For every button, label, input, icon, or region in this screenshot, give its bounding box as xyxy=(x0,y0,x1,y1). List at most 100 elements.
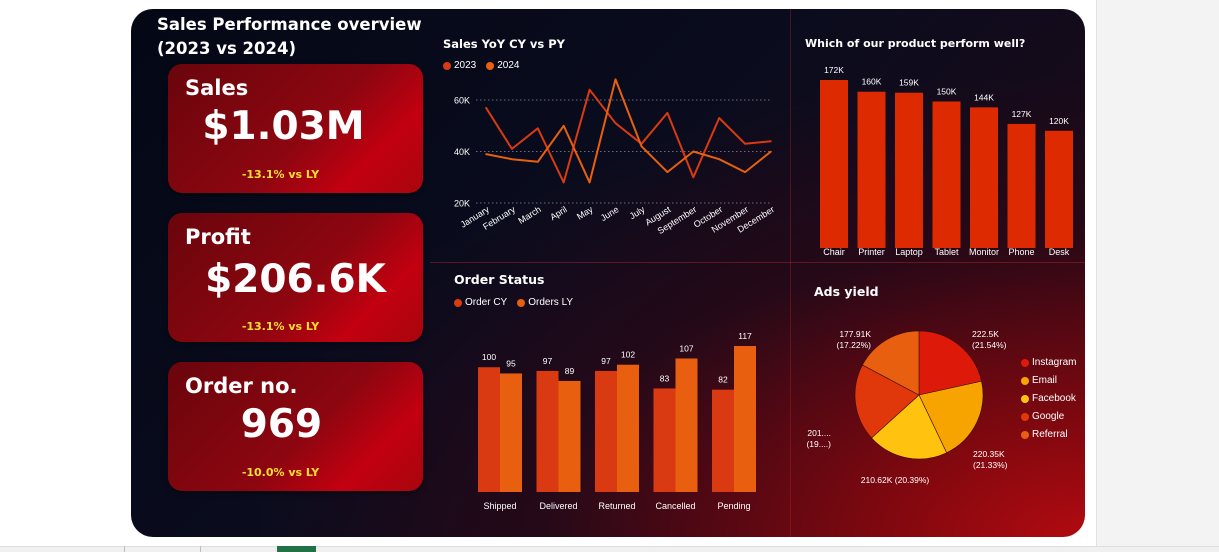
line-point-2023[interactable] xyxy=(770,140,772,142)
ads-yield-pie-chart[interactable]: 222.5K(21.54%) 220.35K(21.33%) 210.62K (20… xyxy=(801,309,1016,489)
legend-item-instagram[interactable]: Instagram xyxy=(1021,357,1076,368)
kpi-value-orders: 969 xyxy=(240,402,323,447)
line-series-2024[interactable] xyxy=(485,78,772,184)
order-bar-data-label: 95 xyxy=(506,358,516,368)
product-category-label: Chair xyxy=(823,247,845,257)
line-point-2024[interactable] xyxy=(485,153,487,155)
order-bar-data-label: 97 xyxy=(543,356,553,366)
line-series-2023[interactable] xyxy=(485,88,772,184)
legend-label-email: Email xyxy=(1032,375,1058,386)
product-category-label: Desk xyxy=(1049,247,1070,257)
order-bar-ly[interactable] xyxy=(734,346,756,492)
left-margin xyxy=(0,0,124,552)
order-bar-cy[interactable] xyxy=(595,370,617,492)
product-bar[interactable] xyxy=(932,101,961,248)
product-bar[interactable] xyxy=(1007,123,1036,248)
order-category-label: Pending xyxy=(717,501,750,511)
sheet-tab-bar xyxy=(0,546,1219,552)
legend-item-google[interactable]: Google xyxy=(1021,411,1076,422)
order-bar-data-label: 107 xyxy=(679,343,693,353)
line-point-2023[interactable] xyxy=(562,181,565,184)
line-point-2023[interactable] xyxy=(718,117,720,119)
pie-data-label: 220.35K xyxy=(973,449,1005,459)
order-bar-ly[interactable] xyxy=(617,364,639,492)
legend-item-facebook[interactable]: Facebook xyxy=(1021,393,1076,404)
line-point-2023[interactable] xyxy=(485,106,487,109)
line-point-2023[interactable] xyxy=(744,142,746,145)
pie-data-label: 222.5K xyxy=(972,329,999,339)
kpi-card-orders[interactable]: Order no. 969 -10.0% vs LY xyxy=(168,362,423,491)
product-bar[interactable] xyxy=(1045,130,1073,248)
line-point-2024[interactable] xyxy=(770,150,772,153)
kpi-value-sales: $1.03M xyxy=(202,104,365,149)
line-point-2024[interactable] xyxy=(666,171,669,173)
kpi-card-profit[interactable]: Profit $206.6K -13.1% vs LY xyxy=(168,213,423,342)
line-point-2024[interactable] xyxy=(511,158,513,161)
line-chart-title: Sales YoY CY vs PY xyxy=(443,37,566,51)
order-bar-cy[interactable] xyxy=(536,370,559,492)
page-title-line2: (2023 vs 2024) xyxy=(157,39,296,58)
product-bar[interactable] xyxy=(857,91,886,248)
legend-item-order-cy[interactable]: Order CY xyxy=(454,297,507,308)
line-chart-x-tick: May xyxy=(575,204,595,222)
product-bar[interactable] xyxy=(895,92,923,248)
product-bar[interactable] xyxy=(820,80,848,248)
order-status-legend[interactable]: Order CY Orders LY xyxy=(454,297,573,308)
order-bar-data-label: 89 xyxy=(565,366,575,376)
order-status-title: Order Status xyxy=(454,272,545,287)
product-bar-data-label: 172K xyxy=(824,65,844,75)
line-point-2024[interactable] xyxy=(744,171,746,173)
order-status-chart[interactable]: 100 95 Shipped 97 89 Delivered 97 102 Returned 83… xyxy=(461,314,781,514)
line-point-2023[interactable] xyxy=(666,112,669,114)
right-margin xyxy=(1096,0,1219,552)
line-point-2023[interactable] xyxy=(511,148,513,150)
order-bar-cy[interactable] xyxy=(653,388,676,492)
product-category-label: Monitor xyxy=(969,247,999,257)
order-category-label: Cancelled xyxy=(655,501,695,511)
product-bar-data-label: 150K xyxy=(937,86,957,96)
order-bar-cy[interactable] xyxy=(712,389,734,492)
pie-data-label: (21.33%) xyxy=(973,460,1008,470)
order-bar-ly[interactable] xyxy=(675,358,698,492)
line-point-2024[interactable] xyxy=(588,181,591,184)
line-point-2024[interactable] xyxy=(718,158,720,161)
legend-item-referral[interactable]: Referral xyxy=(1021,429,1076,440)
panel-divider-vertical xyxy=(790,9,791,537)
line-point-2023[interactable] xyxy=(614,122,617,124)
order-category-label: Returned xyxy=(598,501,635,511)
legend-item-email[interactable]: Email xyxy=(1021,375,1076,386)
line-chart-y-tick: 60K xyxy=(454,96,470,106)
pie-data-label: 177.91K xyxy=(839,329,871,339)
sheet-tab-active[interactable] xyxy=(277,546,316,552)
sheet-tab-separator xyxy=(124,546,125,552)
product-category-label: Phone xyxy=(1008,247,1034,257)
ads-yield-title: Ads yield xyxy=(814,284,879,299)
product-category-label: Laptop xyxy=(895,247,923,257)
line-point-2024[interactable] xyxy=(692,150,695,153)
ads-yield-legend[interactable]: Instagram Email Facebook Google Referral xyxy=(1021,357,1076,447)
order-bar-ly[interactable] xyxy=(500,373,522,492)
product-category-label: Tablet xyxy=(934,247,959,257)
line-point-2023[interactable] xyxy=(588,88,591,91)
order-bar-ly[interactable] xyxy=(558,380,581,492)
line-chart-x-tick: June xyxy=(599,204,621,223)
line-chart-x-tick: March xyxy=(516,204,543,226)
line-chart-x-tick: April xyxy=(548,204,569,222)
order-category-label: Delivered xyxy=(539,501,577,511)
line-point-2023[interactable] xyxy=(537,127,539,130)
line-chart[interactable]: 20K40K60KJanuaryFebruary March April May Jun… xyxy=(431,69,786,259)
legend-item-orders-ly[interactable]: Orders LY xyxy=(517,297,573,308)
product-bar[interactable] xyxy=(970,107,998,248)
legend-dot-order-cy xyxy=(454,298,462,307)
line-point-2024[interactable] xyxy=(640,145,643,148)
legend-label-facebook: Facebook xyxy=(1032,393,1076,404)
line-point-2024[interactable] xyxy=(562,124,565,127)
product-chart[interactable]: 172K Chair 160K Printer 159K Laptop 150K Tablet… xyxy=(811,61,1081,261)
order-bar-data-label: 83 xyxy=(660,373,670,383)
line-point-2024[interactable] xyxy=(614,78,617,81)
line-point-2023[interactable] xyxy=(692,176,695,179)
order-bar-cy[interactable] xyxy=(478,367,500,492)
product-bar-data-label: 144K xyxy=(974,92,994,102)
line-point-2024[interactable] xyxy=(537,161,539,163)
kpi-card-sales[interactable]: Sales $1.03M -13.1% vs LY xyxy=(168,64,423,193)
